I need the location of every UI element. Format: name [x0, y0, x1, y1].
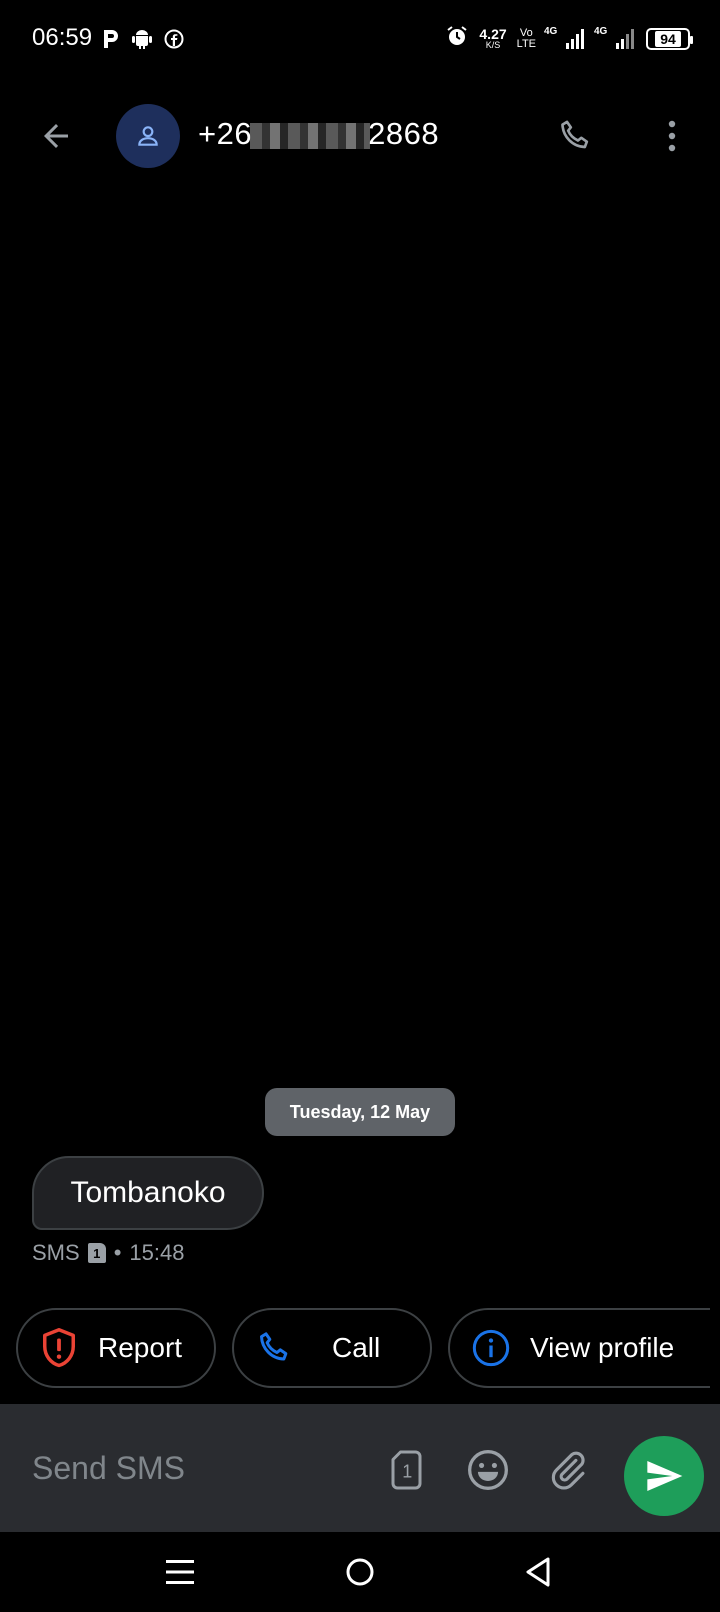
network-speed: 4.27 K/S [479, 26, 507, 50]
alarm-icon [445, 24, 469, 53]
back-triangle-icon [526, 1557, 550, 1587]
attach-button[interactable] [544, 1446, 592, 1494]
home-circle-icon [346, 1558, 374, 1586]
arrow-back-icon [44, 124, 68, 148]
paperclip-icon [551, 1451, 585, 1490]
facebook-icon [164, 29, 184, 54]
system-nav-bar [0, 1532, 720, 1612]
phone-icon [561, 120, 589, 149]
sim-number: 1 [402, 1462, 412, 1482]
battery-level: 94 [655, 30, 681, 47]
status-bar: 06:59 4.27 K/S Vo LTE 4G 4G 94 [0, 0, 720, 80]
send-button[interactable] [624, 1436, 704, 1516]
message-bubble[interactable]: Tombanoko [32, 1156, 264, 1230]
volte-indicator: Vo LTE [516, 26, 536, 50]
emoji-icon [468, 1450, 508, 1490]
call-button[interactable] [552, 112, 600, 160]
menu-icon [166, 1560, 194, 1584]
message-time: 15:48 [129, 1240, 185, 1265]
conversation-header: +26 2868 [0, 96, 720, 176]
contact-number[interactable]: +26 2868 [198, 116, 439, 152]
back-nav-button[interactable] [514, 1548, 562, 1596]
send-icon [647, 1461, 683, 1491]
person-icon [138, 126, 158, 146]
battery-icon: 94 [646, 27, 693, 50]
call-label: Call [332, 1332, 381, 1363]
home-button[interactable] [336, 1548, 384, 1596]
meta-separator: • [113, 1240, 122, 1265]
status-right: 4.27 K/S Vo LTE 4G 4G 94 [445, 24, 693, 53]
contact-avatar[interactable] [116, 104, 180, 168]
status-time: 06:59 [32, 24, 93, 51]
sim-card-icon: 1 [391, 1450, 422, 1490]
message-input[interactable] [32, 1440, 362, 1496]
recents-button[interactable] [156, 1548, 204, 1596]
more-vert-icon [668, 120, 676, 152]
compose-bar: 1 [0, 1404, 720, 1532]
view-profile-button[interactable]: View profile [448, 1308, 710, 1388]
android-icon [132, 28, 152, 55]
call-action-button[interactable]: Call [232, 1308, 432, 1388]
back-button[interactable] [34, 114, 78, 158]
signal-sim1-icon: 4G [544, 26, 586, 50]
info-icon [470, 1327, 512, 1369]
signal-sim2-icon: 4G [594, 26, 636, 50]
parking-icon [102, 28, 120, 55]
phone-icon [254, 1327, 296, 1369]
redacted-digits [250, 122, 371, 149]
report-label: Report [98, 1332, 183, 1363]
shield-alert-icon [38, 1327, 80, 1369]
more-options-button[interactable] [652, 112, 692, 160]
view-profile-label: View profile [530, 1332, 675, 1363]
sim-icon: 1 [87, 1243, 106, 1263]
notification-icons [102, 28, 184, 55]
date-separator: Tuesday, 12 May [265, 1088, 455, 1136]
message-meta: SMS 1 • 15:48 [32, 1240, 184, 1266]
emoji-button[interactable] [464, 1446, 512, 1494]
sim-select-button[interactable]: 1 [384, 1446, 432, 1494]
message-type: SMS [32, 1240, 80, 1265]
suggested-actions: Report Call View profile [0, 1308, 720, 1388]
report-button[interactable]: Report [16, 1308, 216, 1388]
